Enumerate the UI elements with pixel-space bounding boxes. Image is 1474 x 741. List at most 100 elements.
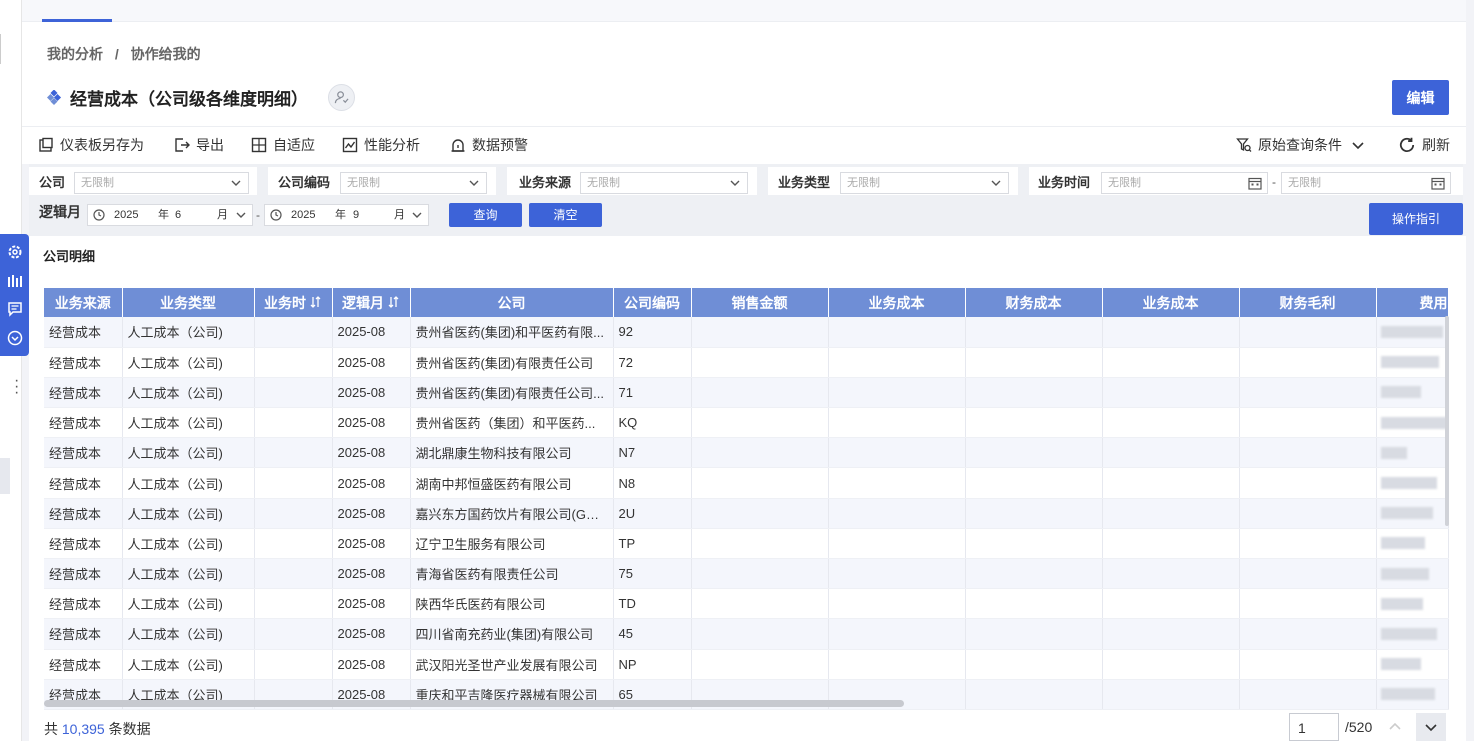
biz-source-select-value: 无限制	[587, 177, 620, 189]
page-title: 经营成本（公司级各维度明细）	[70, 90, 308, 109]
table-cell: 75	[613, 558, 692, 590]
col-header-finance-cost[interactable]: 财务成本	[965, 288, 1103, 317]
collaborator-avatar-icon[interactable]	[328, 84, 355, 111]
chevron-up-icon	[1389, 722, 1401, 730]
biz-time-end[interactable]: 无限制	[1281, 172, 1451, 194]
table-cell: 贵州省医药(集团)有限责任公司	[410, 347, 614, 378]
sort-icon[interactable]	[388, 295, 400, 308]
col-header-finance-margin[interactable]: 财务毛利	[1239, 288, 1377, 317]
query-button[interactable]: 查询	[449, 203, 522, 227]
breadcrumb-current[interactable]: 协作给我的	[131, 46, 201, 62]
table-cell	[965, 377, 1103, 409]
table-cell	[254, 528, 333, 560]
export-button[interactable]: 导出	[174, 135, 224, 155]
masked-value	[1380, 325, 1443, 338]
more-dots-icon[interactable]: · · ·	[14, 373, 19, 401]
vertical-scrollbar[interactable]	[1445, 316, 1449, 526]
refresh-button[interactable]: 刷新	[1398, 135, 1450, 155]
table-row[interactable]: 经营成本 人工成本（公司) 2025-08 嘉兴东方国药饮片有限公司(GSP) 2U	[44, 498, 1449, 529]
page-down-button[interactable]	[1416, 713, 1446, 741]
sidebar-collapse-handle[interactable]	[0, 458, 10, 494]
comment-icon[interactable]	[6, 300, 24, 318]
biz-time-separator: -	[1272, 175, 1276, 189]
company-code-select[interactable]: 无限制	[340, 172, 487, 194]
table-cell	[254, 558, 333, 590]
col-header-logic-month[interactable]: 逻辑月	[332, 288, 411, 317]
table-cell	[965, 437, 1103, 469]
breadcrumb-root[interactable]: 我的分析	[47, 46, 103, 62]
page-number-input[interactable]: 1	[1289, 713, 1339, 741]
table-cell	[1102, 347, 1240, 378]
table-cell-masked	[1376, 618, 1449, 650]
table-row[interactable]: 经营成本 人工成本（公司) 2025-08 武汉阳光圣世产业发展有限公司 NP	[44, 649, 1449, 680]
table-row[interactable]: 经营成本 人工成本（公司) 2025-08 四川省南充药业(集团)有限公司 45	[44, 618, 1449, 650]
save-as-button[interactable]: 仪表板另存为	[38, 135, 144, 155]
record-count-suffix: 条数据	[108, 721, 151, 737]
horizontal-scrollbar[interactable]	[44, 700, 904, 707]
table-cell: TD	[613, 588, 692, 620]
table-cell	[254, 407, 333, 439]
chevron-down-icon	[1425, 724, 1437, 732]
clear-button[interactable]: 清空	[529, 203, 602, 227]
biz-type-filter: 业务类型 无限制	[768, 167, 1018, 195]
table-cell	[1102, 437, 1240, 469]
operation-guide-button[interactable]: 操作指引	[1369, 203, 1463, 235]
col-header-company[interactable]: 公司	[410, 288, 614, 317]
biz-type-select[interactable]: 无限制	[840, 172, 1009, 194]
collapse-circle-icon[interactable]	[6, 329, 24, 347]
col-header-expense[interactable]: 费用	[1376, 288, 1449, 317]
table-cell	[1239, 317, 1377, 348]
data-alert-button[interactable]: 数据预警	[450, 135, 528, 155]
performance-button[interactable]: 性能分析	[342, 135, 420, 155]
refresh-icon	[1399, 137, 1415, 153]
masked-value	[1380, 567, 1429, 580]
table-row[interactable]: 经营成本 人工成本（公司) 2025-08 陕西华氏医药有限公司 TD	[44, 588, 1449, 620]
table-cell-masked	[1376, 649, 1449, 680]
table-row[interactable]: 经营成本 人工成本（公司) 2025-08 青海省医药有限责任公司 75	[44, 558, 1449, 590]
masked-value	[1380, 477, 1437, 490]
company-select[interactable]: 无限制	[74, 172, 249, 194]
table-cell	[965, 588, 1103, 620]
col-header-biz-cost-2[interactable]: 业务成本	[1102, 288, 1240, 317]
logic-month-end[interactable]: 2025 年 9 月	[264, 204, 429, 226]
table-cell: TP	[613, 528, 692, 560]
col-header-biz-source[interactable]: 业务来源	[44, 288, 123, 317]
settings-icon[interactable]	[6, 243, 24, 261]
table-row[interactable]: 经营成本 人工成本（公司) 2025-08 湖北鼎康生物科技有限公司 N7	[44, 437, 1449, 469]
table-cell: 人工成本（公司)	[122, 407, 255, 439]
biz-time-start[interactable]: 无限制	[1101, 172, 1268, 194]
table-cell: 经营成本	[44, 498, 123, 529]
edit-button[interactable]: 编辑	[1392, 80, 1449, 115]
table-cell: 贵州省医药(集团)有限责任公司...	[410, 377, 614, 409]
logic-month-start[interactable]: 2025 年 6 月	[87, 204, 253, 226]
table-cell: 人工成本（公司)	[122, 588, 255, 620]
adaptive-button[interactable]: 自适应	[251, 135, 315, 155]
table-cell: 2025-08	[332, 317, 411, 348]
col-header-biz-type[interactable]: 业务类型	[122, 288, 255, 317]
col-header-biz-cost[interactable]: 业务成本	[828, 288, 966, 317]
table-cell	[691, 498, 829, 529]
table-cell-masked	[1376, 558, 1449, 590]
table-cell	[1239, 528, 1377, 560]
table-row[interactable]: 经营成本 人工成本（公司) 2025-08 贵州省医药（集团）和平医药... KQ	[44, 407, 1449, 439]
col-header-sales-amount[interactable]: 销售金额	[691, 288, 829, 317]
company-filter-label: 公司	[39, 175, 66, 190]
title-row: 经营成本（公司级各维度明细）	[47, 84, 355, 111]
table-cell	[965, 317, 1103, 348]
table-cell	[1239, 558, 1377, 590]
table-row[interactable]: 经营成本 人工成本（公司) 2025-08 湖南中邦恒盛医药有限公司 N8	[44, 467, 1449, 499]
table-cell: 2025-08	[332, 588, 411, 620]
col-header-company-code[interactable]: 公司编码	[613, 288, 692, 317]
table-row[interactable]: 经营成本 人工成本（公司) 2025-08 贵州省医药(集团)有限责任公司... 71	[44, 377, 1449, 409]
page-up-button[interactable]	[1380, 713, 1410, 741]
original-query-toggle[interactable]: 原始查询条件	[1236, 135, 1372, 155]
table-cell: 人工成本（公司)	[122, 558, 255, 590]
table-cell	[965, 618, 1103, 650]
biz-source-select[interactable]: 无限制	[580, 172, 748, 194]
table-row[interactable]: 经营成本 人工成本（公司) 2025-08 辽宁卫生服务有限公司 TP	[44, 528, 1449, 560]
table-row[interactable]: 经营成本 人工成本（公司) 2025-08 贵州省医药(集团)有限责任公司 72	[44, 347, 1449, 378]
col-header-biz-time[interactable]: 业务时	[254, 288, 333, 317]
table-row[interactable]: 经营成本 人工成本（公司) 2025-08 贵州省医药(集团)和平医药有限... 92	[44, 317, 1449, 348]
chart-bars-icon[interactable]	[6, 272, 24, 290]
sort-icon[interactable]	[310, 295, 322, 308]
